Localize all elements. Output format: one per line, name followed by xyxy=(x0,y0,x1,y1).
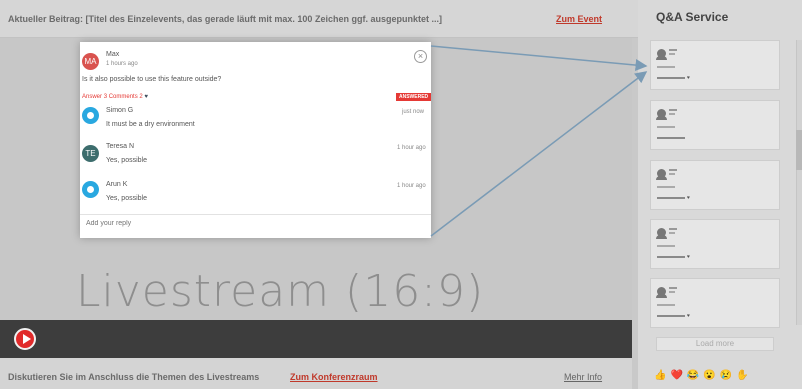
actions-placeholder xyxy=(657,77,685,79)
qa-sidebar: Q&A Service ♥ ♥ ♥ ♥ Load more 👍❤️😂😮😢✋ xyxy=(638,0,802,389)
time-placeholder xyxy=(669,291,675,293)
question-avatar: MA xyxy=(82,53,99,70)
discussion-text: Diskutieren Sie im Anschluss die Themen … xyxy=(8,372,260,382)
heart-icon[interactable]: ♥ xyxy=(687,254,690,260)
question-popup: MA Max 1 hours ago × Is it also possible… xyxy=(80,42,432,238)
question-card[interactable]: ♥ xyxy=(650,219,780,269)
time-placeholder xyxy=(669,113,675,115)
question-card[interactable]: ♥ xyxy=(650,40,780,90)
user-icon xyxy=(656,109,667,120)
time-placeholder xyxy=(669,173,675,175)
reply-text: Yes, possible xyxy=(106,195,147,202)
actions-placeholder xyxy=(657,197,685,199)
more-info-link[interactable]: Mehr Info xyxy=(564,372,602,382)
reply-time: 1 hour ago xyxy=(397,145,426,151)
user-icon xyxy=(656,228,667,239)
like-count: 2 xyxy=(139,94,143,100)
text-placeholder xyxy=(657,66,675,68)
actions-placeholder xyxy=(657,256,685,258)
reply-box xyxy=(80,214,431,238)
sidebar-title: Q&A Service xyxy=(656,10,729,24)
sidebar-scrollbar[interactable] xyxy=(796,40,802,325)
heart-icon[interactable]: ♥ xyxy=(144,94,148,100)
reaction-bar[interactable]: 👍❤️😂😮😢✋ xyxy=(654,370,753,381)
reply-author: Arun K xyxy=(106,181,128,188)
author-placeholder xyxy=(669,109,677,111)
livestream-label: Livestream (16:9) xyxy=(76,266,485,317)
current-post-bar: Aktueller Beitrag: [Titel des Einzeleven… xyxy=(0,0,638,38)
reply-text: Yes, possible xyxy=(106,157,147,164)
load-more-button[interactable]: Load more xyxy=(656,337,774,351)
close-icon[interactable]: × xyxy=(414,50,427,63)
actions-placeholder xyxy=(657,137,685,139)
conference-link[interactable]: Zum Konferenzraum xyxy=(290,372,378,382)
question-text: Is it also possible to use this feature … xyxy=(82,76,222,83)
question-author: Max xyxy=(106,51,120,58)
actions-placeholder xyxy=(657,315,685,317)
reply-avatar xyxy=(82,181,99,198)
author-placeholder xyxy=(669,49,677,51)
user-icon xyxy=(656,49,667,60)
question-card[interactable]: ♥ xyxy=(650,278,780,328)
text-placeholder xyxy=(657,304,675,306)
reply-time: 1 hour ago xyxy=(397,183,426,189)
play-icon[interactable] xyxy=(14,328,36,350)
author-placeholder xyxy=(669,228,677,230)
user-icon xyxy=(656,287,667,298)
reply-avatar xyxy=(82,107,99,124)
comments-link[interactable]: 3 Comments xyxy=(104,94,138,100)
answered-badge: ANSWERED xyxy=(396,93,432,101)
question-card[interactable] xyxy=(650,100,780,150)
reply-avatar: TE xyxy=(82,145,99,162)
sidebar-scroll-thumb[interactable] xyxy=(796,130,802,170)
author-placeholder xyxy=(669,287,677,289)
text-placeholder xyxy=(657,186,675,188)
time-placeholder xyxy=(669,232,675,234)
author-placeholder xyxy=(669,169,677,171)
answer-link[interactable]: Answer xyxy=(82,94,102,100)
reply-time: just now xyxy=(402,109,425,115)
current-post-title: Aktueller Beitrag: [Titel des Einzeleven… xyxy=(8,14,442,24)
user-icon xyxy=(656,169,667,180)
text-placeholder xyxy=(657,126,675,128)
heart-icon[interactable]: ♥ xyxy=(687,195,690,201)
question-card[interactable]: ♥ xyxy=(650,160,780,210)
question-time: 1 hours ago xyxy=(106,61,138,67)
reply-input[interactable] xyxy=(86,220,416,227)
heart-icon[interactable]: ♥ xyxy=(687,75,690,81)
player-controls xyxy=(0,320,632,358)
heart-icon[interactable]: ♥ xyxy=(687,313,690,319)
reply-author: Teresa N xyxy=(106,143,135,150)
reply-text: It must be a dry environment xyxy=(106,121,195,128)
event-link[interactable]: Zum Event xyxy=(556,14,602,24)
discussion-bar: Diskutieren Sie im Anschluss die Themen … xyxy=(0,358,632,389)
reply-author: Simon G xyxy=(106,107,134,114)
text-placeholder xyxy=(657,245,675,247)
answer-comments-row[interactable]: Answer 3 Comments 2 ♥ xyxy=(82,94,148,100)
time-placeholder xyxy=(669,53,675,55)
